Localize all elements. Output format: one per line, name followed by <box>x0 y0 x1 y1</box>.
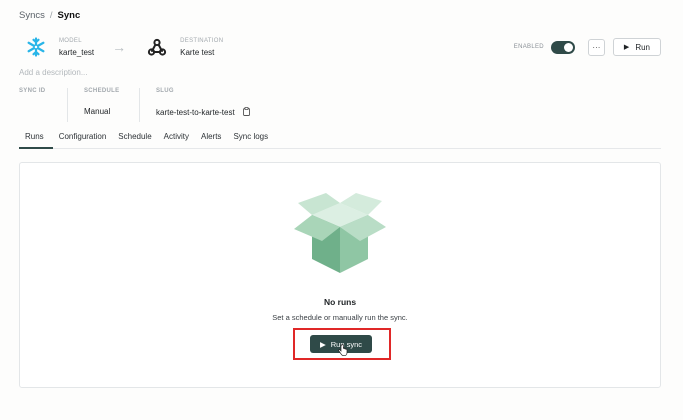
slug-label: SLUG <box>156 88 174 94</box>
sync-header: MODEL karte_test → DESTINATION Karte tes… <box>25 36 223 58</box>
destination-node[interactable]: DESTINATION Karte test <box>146 36 223 58</box>
play-icon: ▶ <box>319 339 326 349</box>
run-button[interactable]: ▶ Run <box>612 38 661 56</box>
enabled-toggle[interactable] <box>550 40 575 54</box>
model-name: karte_test <box>59 47 95 57</box>
enabled-label: ENABLED <box>513 44 544 50</box>
slug-value: karte-test-to-karte-test <box>156 108 235 117</box>
destination-text: DESTINATION Karte test <box>180 38 223 57</box>
copy-icon[interactable] <box>242 107 251 118</box>
open-box-icon <box>290 193 390 285</box>
sync-controls: ENABLED ··· ▶ Run <box>514 38 661 56</box>
breadcrumb-current: Sync <box>57 10 81 21</box>
tab-activity[interactable]: Activity <box>158 132 195 149</box>
sync-id-field: SYNC ID <box>19 88 67 122</box>
sync-id-label: SYNC ID <box>19 88 46 94</box>
schedule-text: Manual <box>84 107 111 116</box>
snowflake-icon <box>25 36 47 58</box>
breadcrumb: Syncs / Sync <box>19 10 80 21</box>
schedule-value: Manual <box>84 107 125 116</box>
description-input[interactable]: Add a description... <box>19 68 87 77</box>
tab-schedule[interactable]: Schedule <box>112 132 157 149</box>
arrow-right-icon: → <box>112 39 127 55</box>
schedule-field: SCHEDULE Manual <box>84 88 139 122</box>
runs-panel: No runs Set a schedule or manually run t… <box>19 162 661 388</box>
slug-field: SLUG karte-test-to-karte-test <box>156 88 265 122</box>
more-options-button[interactable]: ··· <box>587 38 605 56</box>
empty-state-subtitle: Set a schedule or manually run the sync. <box>272 313 408 322</box>
tab-alerts[interactable]: Alerts <box>195 132 227 149</box>
tab-bar: Runs Configuration Schedule Activity Ale… <box>19 132 661 149</box>
meta-divider <box>67 88 68 122</box>
breadcrumb-syncs-link[interactable]: Syncs <box>19 10 45 21</box>
schedule-label: SCHEDULE <box>84 88 120 94</box>
hand-cursor-icon <box>338 344 348 358</box>
model-label: MODEL <box>59 37 82 44</box>
sync-meta: SYNC ID SCHEDULE Manual SLUG karte-test-… <box>19 88 265 122</box>
webhook-icon <box>146 36 168 58</box>
empty-state-title: No runs <box>323 297 357 307</box>
meta-divider <box>139 88 140 122</box>
destination-label: DESTINATION <box>180 37 224 44</box>
model-node[interactable]: MODEL karte_test <box>25 36 94 58</box>
play-icon: ▶ <box>623 44 630 51</box>
breadcrumb-separator: / <box>49 10 53 21</box>
destination-name: Karte test <box>180 47 215 57</box>
model-text: MODEL karte_test <box>59 38 94 57</box>
ellipsis-icon: ··· <box>592 42 601 52</box>
toggle-knob <box>563 42 573 52</box>
tab-sync-logs[interactable]: Sync logs <box>227 132 274 149</box>
tab-runs[interactable]: Runs <box>19 132 53 149</box>
tab-configuration[interactable]: Configuration <box>53 132 113 149</box>
run-button-label: Run <box>635 42 650 52</box>
slug-value-row: karte-test-to-karte-test <box>156 107 251 118</box>
